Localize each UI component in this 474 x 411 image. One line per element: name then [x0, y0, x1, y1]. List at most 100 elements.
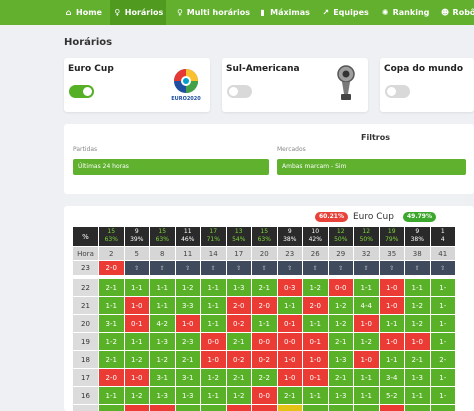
score-cell: 0-1	[303, 369, 329, 387]
pending-cell: ⇧	[175, 261, 201, 276]
score-cell: 1-1	[405, 405, 431, 411]
pending-cell: ⇧	[150, 261, 176, 276]
score-cell: 2-1	[252, 279, 278, 297]
score-cell: 0-0	[277, 333, 303, 351]
minute-header: 41	[430, 247, 456, 261]
column-percent: 50%	[359, 236, 373, 243]
partidas-select[interactable]: Últimas 24 horas	[73, 159, 269, 175]
score-cell: 1-1	[277, 297, 303, 315]
score-cell: 1-1	[150, 297, 176, 315]
mercados-select[interactable]: Ambas marcam - Sim	[277, 159, 466, 175]
column-stat: 15 63%	[150, 227, 176, 247]
pending-cell: ⇧	[405, 261, 431, 276]
minute-header: 20	[252, 247, 278, 261]
score-cell: 2-1	[328, 333, 354, 351]
nav-item-multi-hor-rios[interactable]: ♀ Multi horários	[176, 0, 250, 25]
bar-chart-icon: ▮	[260, 8, 265, 17]
filters-panel: Filtros Partidas Últimas 24 horas Mercad…	[64, 124, 474, 194]
score-cell: 2-1	[226, 369, 252, 387]
minute-header: 5	[124, 247, 150, 261]
score-cell: 3-1	[99, 315, 125, 333]
score-cell: 1-0	[354, 351, 380, 369]
pending-cell: ⇧	[124, 261, 150, 276]
mercados-label: Mercados	[277, 146, 306, 153]
hour-header: Hora	[73, 247, 99, 261]
league-toggle[interactable]	[227, 85, 252, 98]
column-count: 9	[287, 228, 292, 235]
hour-cell: 16	[73, 387, 99, 405]
column-stat: 9 39%	[124, 227, 150, 247]
nav-item-m-ximas[interactable]: ▮ Máximas	[258, 0, 310, 25]
score-cell: 1-0	[354, 315, 380, 333]
column-percent: 4	[440, 236, 445, 243]
score-cell: 1-2	[201, 369, 227, 387]
score-cell: 2-0	[303, 297, 329, 315]
score-cell: 1-3	[226, 279, 252, 297]
score-cell: 1-1	[124, 279, 150, 297]
score-cell: 1-0	[277, 369, 303, 387]
minute-header: 14	[201, 247, 227, 261]
league-card[interactable]: Euro Cup EURO2020	[64, 58, 210, 112]
score-cell: 1-2	[405, 315, 431, 333]
league-card-title: Copa do mundo	[384, 64, 464, 74]
nav-item-label: Multi horários	[186, 8, 250, 17]
column-stat: 12 50%	[354, 227, 380, 247]
robot-icon: ☻	[440, 8, 450, 17]
score-cell: 1-1	[277, 405, 303, 411]
trophy-logo	[336, 64, 356, 106]
league-card[interactable]: Copa do mundo	[380, 58, 474, 112]
minute-header: 23	[277, 247, 303, 261]
score-cell: 1-0	[201, 351, 227, 369]
column-percent: 46%	[181, 236, 195, 243]
column-count: 13	[234, 228, 243, 235]
pending-cell: ⇧	[379, 261, 405, 276]
score-cell: 1-1	[379, 315, 405, 333]
column-count: 9	[415, 228, 420, 235]
score-cell: 1-2	[303, 279, 329, 297]
score-cell: 2-0	[99, 261, 125, 276]
score-cell: 1-1	[303, 387, 329, 405]
pending-cell: ⇧	[277, 261, 303, 276]
nav-item-label: Robô	[452, 8, 474, 17]
nav-item-label: Máximas	[270, 8, 310, 17]
league-card-title: Euro Cup	[68, 64, 114, 74]
score-cell: 4-2	[150, 315, 176, 333]
league-toggle[interactable]	[385, 85, 410, 98]
score-cell: 2-0	[252, 405, 278, 411]
score-cell: 0-2	[226, 351, 252, 369]
score-cell: 1-	[430, 333, 456, 351]
column-count: 15	[260, 228, 269, 235]
minute-header: 2	[99, 247, 125, 261]
league-toggle[interactable]	[69, 85, 94, 98]
nav-item-equipes[interactable]: ↗ Equipes	[320, 0, 370, 25]
column-percent: 50%	[334, 236, 348, 243]
score-cell: 1-1	[405, 387, 431, 405]
league-card[interactable]: Sul-Americana	[222, 58, 368, 112]
score-cell: 2-3	[175, 333, 201, 351]
score-cell: 0-1	[277, 315, 303, 333]
score-cell: 2-2	[252, 369, 278, 387]
column-percent: 38%	[283, 236, 297, 243]
toggle-knob	[229, 87, 238, 96]
column-stat: 15 63%	[252, 227, 278, 247]
nav-item-home[interactable]: ⌂ Home	[64, 0, 102, 25]
score-cell: 1-1	[201, 297, 227, 315]
nav-item-ranking[interactable]: ✺ Ranking	[380, 0, 430, 25]
score-cell: 1-0	[379, 405, 405, 411]
pending-cell: ⇧	[226, 261, 252, 276]
score-cell: 1-1	[354, 279, 380, 297]
score-cell: 1-	[430, 369, 456, 387]
score-cell: 2-	[430, 351, 456, 369]
partidas-label: Partidas	[73, 146, 98, 153]
score-cell: 2-1	[99, 351, 125, 369]
score-cell: 1-1	[303, 315, 329, 333]
top-nav: ⌂ Home ♀ Horários ♀ Multi horários ▮ Máximas ↗ Eq…	[0, 0, 474, 25]
pending-cell: ⇧	[303, 261, 329, 276]
nav-item-rob-[interactable]: ☻ Robô	[438, 0, 474, 25]
nav-item-hor-rios[interactable]: ♀ Horários	[110, 0, 166, 25]
hour-cell: 17	[73, 369, 99, 387]
pending-cell: ⇧	[430, 261, 456, 276]
score-cell: 2-1	[99, 279, 125, 297]
score-cell: 3-4	[379, 369, 405, 387]
score-cell: 4-4	[354, 297, 380, 315]
